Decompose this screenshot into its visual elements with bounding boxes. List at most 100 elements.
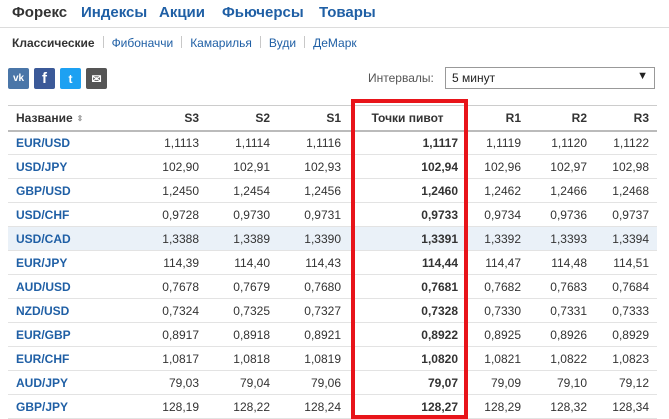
facebook-icon[interactable]: f: [34, 68, 55, 89]
vk-icon[interactable]: vk: [8, 68, 29, 89]
instrument-link[interactable]: EUR/JPY: [8, 250, 120, 275]
cell-r2: 0,7683: [529, 274, 595, 299]
divider: [259, 36, 261, 48]
cell-r1: 128,29: [466, 394, 529, 419]
cell-r3: 0,7333: [595, 298, 657, 323]
table-row[interactable]: AUD/USD 0,7678 0,7679 0,7680 0,7681 0,7682 0,7…: [8, 274, 657, 299]
table-row[interactable]: AUD/JPY 79,03 79,04 79,06 79,07 79,09 79,10 79,…: [8, 370, 657, 395]
cell-s2: 0,7679: [207, 274, 278, 299]
cell-pivot: 1,3391: [349, 226, 466, 251]
tab-indices[interactable]: Индексы: [81, 4, 147, 21]
cell-r3: 1,0823: [595, 346, 657, 371]
cell-s2: 1,1114: [207, 130, 278, 155]
cell-r2: 1,1120: [529, 130, 595, 155]
table-row[interactable]: EUR/GBP 0,8917 0,8918 0,8921 0,8922 0,8925 0,8…: [8, 322, 657, 347]
twitter-icon[interactable]: t: [60, 68, 81, 89]
cell-s1: 0,7327: [278, 298, 349, 323]
header-s3-label: S3: [184, 110, 199, 125]
cell-s2: 1,3389: [207, 226, 278, 251]
instrument-link[interactable]: AUD/JPY: [8, 370, 120, 395]
cell-s1: 102,93: [278, 154, 349, 179]
header-r1[interactable]: R1: [466, 105, 529, 132]
tab-forex[interactable]: Форекс: [12, 4, 67, 21]
cell-s2: 0,9730: [207, 202, 278, 227]
cell-pivot: 0,9733: [349, 202, 466, 227]
instrument-link[interactable]: AUD/USD: [8, 274, 120, 299]
cell-s1: 128,24: [278, 394, 349, 419]
header-s1-label: S1: [326, 110, 341, 125]
instrument-link[interactable]: EUR/USD: [8, 130, 120, 155]
table-row[interactable]: GBP/JPY 128,19 128,22 128,24 128,27 128,29 128…: [8, 394, 657, 419]
cell-s2: 114,40: [207, 250, 278, 275]
header-s1[interactable]: S1: [278, 105, 349, 132]
intervals-select[interactable]: 5 минут ▼: [445, 67, 655, 89]
cell-r2: 1,0822: [529, 346, 595, 371]
header-pivot[interactable]: Точки пивот: [349, 105, 466, 132]
cell-s1: 1,3390: [278, 226, 349, 251]
tab-fibonacci[interactable]: Фибоначчи: [112, 36, 174, 50]
instrument-link[interactable]: GBP/JPY: [8, 394, 120, 419]
cell-s3: 1,0817: [120, 346, 207, 371]
instrument-link[interactable]: USD/JPY: [8, 154, 120, 179]
table-row[interactable]: EUR/JPY 114,39 114,40 114,43 114,44 114,47 114…: [8, 250, 657, 275]
cell-r1: 79,09: [466, 370, 529, 395]
cell-s3: 0,8917: [120, 322, 207, 347]
cell-r3: 0,7684: [595, 274, 657, 299]
cell-pivot: 79,07: [349, 370, 466, 395]
chevron-down-icon: ▼: [637, 70, 648, 82]
cell-r1: 1,0821: [466, 346, 529, 371]
cell-s3: 114,39: [120, 250, 207, 275]
tab-demark[interactable]: ДеМарк: [313, 36, 357, 50]
cell-pivot: 1,2460: [349, 178, 466, 203]
cell-r3: 0,9737: [595, 202, 657, 227]
cell-pivot: 1,1117: [349, 130, 466, 155]
header-s2[interactable]: S2: [207, 105, 278, 132]
header-name[interactable]: Название ⇕: [8, 105, 120, 132]
cell-s3: 1,2450: [120, 178, 207, 203]
tab-camarilla[interactable]: Камарилья: [190, 36, 252, 50]
tab-futures[interactable]: Фьючерсы: [222, 4, 304, 21]
table-row[interactable]: USD/CHF 0,9728 0,9730 0,9731 0,9733 0,9734 0,9…: [8, 202, 657, 227]
cell-s2: 0,7325: [207, 298, 278, 323]
table-row[interactable]: GBP/USD 1,2450 1,2454 1,2456 1,2460 1,2462 1,2…: [8, 178, 657, 203]
instrument-link[interactable]: NZD/USD: [8, 298, 120, 323]
cell-r3: 128,34: [595, 394, 657, 419]
instrument-link[interactable]: EUR/CHF: [8, 346, 120, 371]
tab-woodie[interactable]: Вуди: [269, 36, 296, 50]
mail-icon[interactable]: ✉: [86, 68, 107, 89]
tab-classic[interactable]: Классические: [12, 36, 95, 50]
header-pivot-label: Точки пивот: [371, 110, 444, 125]
tab-stocks[interactable]: Акции: [159, 4, 205, 21]
table-row[interactable]: USD/CAD 1,3388 1,3389 1,3390 1,3391 1,3392 1,3…: [8, 226, 657, 251]
table-row[interactable]: EUR/USD 1,1113 1,1114 1,1116 1,1117 1,1119 1,1…: [8, 130, 657, 155]
cell-r1: 0,7682: [466, 274, 529, 299]
cell-pivot: 0,7328: [349, 298, 466, 323]
cell-r1: 114,47: [466, 250, 529, 275]
cell-pivot: 114,44: [349, 250, 466, 275]
instrument-link[interactable]: GBP/USD: [8, 178, 120, 203]
pivot-method-tabs: Классические Фибоначчи Камарилья Вуди ДеМарк: [12, 36, 357, 54]
cell-r2: 79,10: [529, 370, 595, 395]
header-s3[interactable]: S3: [120, 105, 207, 132]
divider: [181, 36, 183, 48]
header-r3[interactable]: R3: [595, 105, 657, 132]
cell-r2: 1,2466: [529, 178, 595, 203]
cell-pivot: 128,27: [349, 394, 466, 419]
table-row[interactable]: EUR/CHF 1,0817 1,0818 1,0819 1,0820 1,0821 1,0…: [8, 346, 657, 371]
cell-r2: 128,32: [529, 394, 595, 419]
sort-icon[interactable]: ⇕: [77, 114, 84, 123]
header-r2[interactable]: R2: [529, 105, 595, 132]
cell-s1: 0,9731: [278, 202, 349, 227]
table-row[interactable]: USD/JPY 102,90 102,91 102,93 102,94 102,96 102…: [8, 154, 657, 179]
instrument-link[interactable]: USD/CHF: [8, 202, 120, 227]
tab-commodities[interactable]: Товары: [319, 4, 376, 21]
cell-r1: 0,9734: [466, 202, 529, 227]
table-row[interactable]: NZD/USD 0,7324 0,7325 0,7327 0,7328 0,7330 0,7…: [8, 298, 657, 323]
market-tabs: Форекс Индексы Акции Фьючерсы Товары: [0, 0, 669, 28]
table-header-row: Название ⇕ S3 S2 S1 Точки пивот R1 R2 R3: [8, 105, 657, 132]
header-s2-label: S2: [255, 110, 270, 125]
instrument-link[interactable]: USD/CAD: [8, 226, 120, 251]
instrument-link[interactable]: EUR/GBP: [8, 322, 120, 347]
cell-r3: 1,1122: [595, 130, 657, 155]
cell-r3: 1,2468: [595, 178, 657, 203]
